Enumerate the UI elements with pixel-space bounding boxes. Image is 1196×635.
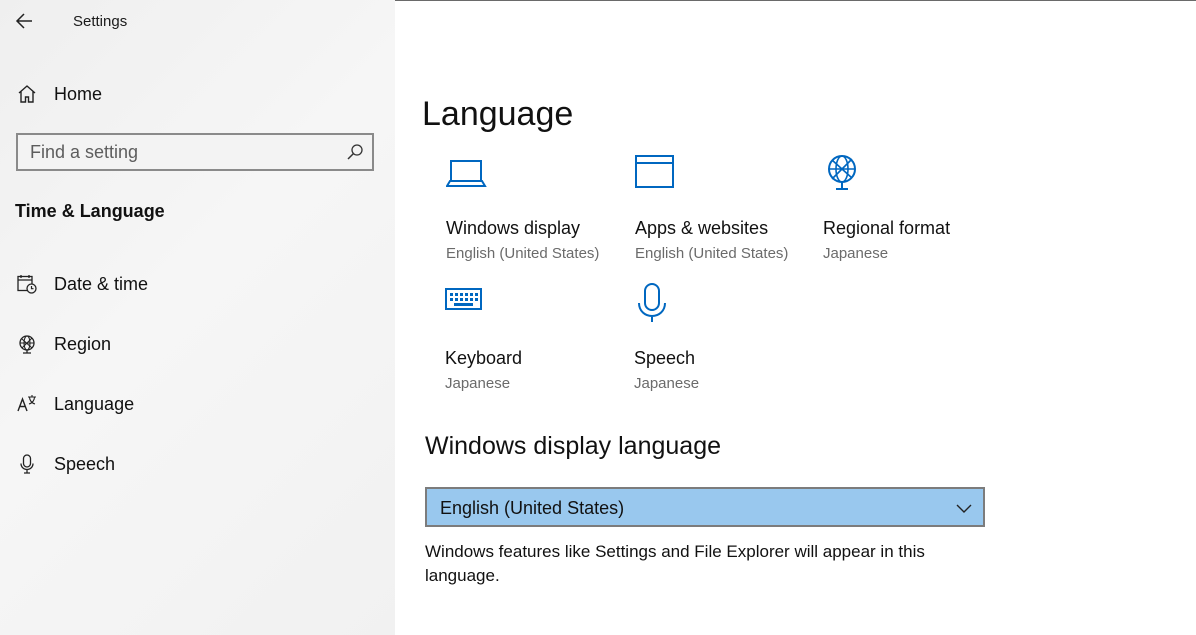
sidebar-item-label: Speech <box>54 454 116 474</box>
tile-title: Apps & websites <box>635 218 769 238</box>
keyboard-icon <box>445 288 482 310</box>
display-language-heading: Windows display language <box>425 432 722 460</box>
sidebar-item-region[interactable]: Region <box>0 324 395 364</box>
display-language-dropdown[interactable]: English (United States) <box>425 487 985 527</box>
tile-windows-display[interactable]: Windows display English (United States) <box>446 153 626 273</box>
tile-value: English (United States) <box>446 245 600 262</box>
back-button[interactable] <box>14 10 36 32</box>
tile-regional-format[interactable]: Regional format Japanese <box>823 153 1003 273</box>
window-top-border <box>395 0 1196 1</box>
home-nav-item[interactable]: Home <box>0 74 395 114</box>
display-language-description: Windows features like Settings and File … <box>425 542 925 585</box>
tile-speech[interactable]: Speech Japanese <box>634 283 814 403</box>
globe-icon <box>828 155 856 190</box>
microphone-icon <box>638 283 666 322</box>
tile-value: Japanese <box>634 375 700 392</box>
sidebar-item-speech[interactable]: Speech <box>0 444 395 484</box>
tile-title: Speech <box>634 348 696 368</box>
sidebar-item-language[interactable]: Language <box>0 384 395 424</box>
tile-title: Windows display <box>446 218 581 238</box>
tile-value: Japanese <box>445 375 511 392</box>
home-label: Home <box>54 84 103 104</box>
page-title: Language <box>422 94 574 133</box>
app-title: Settings <box>73 13 128 30</box>
window-icon <box>635 155 674 188</box>
sidebar-item-label: Date & time <box>54 274 149 294</box>
sidebar-item-date-time[interactable]: Date & time <box>0 264 395 304</box>
language-icon <box>17 395 36 412</box>
dropdown-selected-value: English (United States) <box>440 498 625 518</box>
tile-apps-websites[interactable]: Apps & websites English (United States) <box>635 153 815 273</box>
tile-value: English (United States) <box>635 245 789 262</box>
search-icon[interactable] <box>346 143 364 161</box>
chevron-down-icon <box>956 504 972 513</box>
search-box[interactable] <box>16 133 374 171</box>
sidebar: Settings Home Time & Language Date & tim… <box>0 0 395 635</box>
tile-title: Keyboard <box>445 348 523 368</box>
tile-value: Japanese <box>823 245 889 262</box>
tile-keyboard[interactable]: Keyboard Japanese <box>445 283 625 403</box>
tile-title: Regional format <box>823 218 951 238</box>
sidebar-item-label: Region <box>54 334 112 354</box>
back-arrow-icon <box>15 13 32 29</box>
section-heading: Time & Language <box>15 201 165 221</box>
microphone-icon <box>20 454 34 474</box>
laptop-icon <box>446 160 487 187</box>
sidebar-item-label: Language <box>54 394 135 414</box>
calendar-clock-icon <box>17 275 37 294</box>
globe-icon <box>19 335 35 354</box>
home-icon <box>18 85 36 103</box>
search-input[interactable] <box>30 135 330 169</box>
